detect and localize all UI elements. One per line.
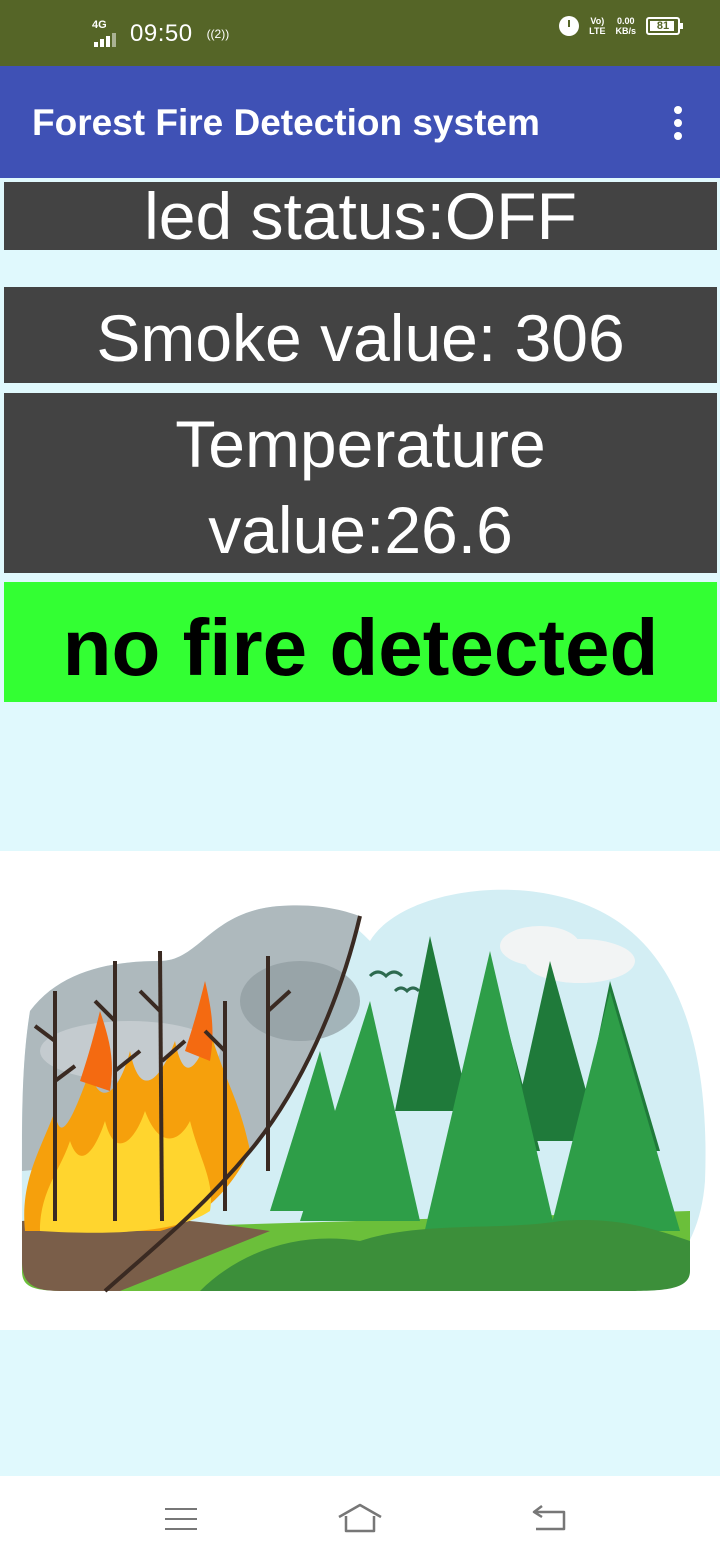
back-icon[interactable]: [530, 1504, 566, 1532]
speed-value: 0.00: [616, 16, 635, 26]
temperature-value-label: Temperature value:26.6: [4, 393, 717, 573]
app-bar: Forest Fire Detection system: [0, 66, 720, 178]
volte-bottom: LTE: [589, 26, 606, 36]
battery-icon: 81: [646, 17, 683, 35]
speed-unit: KB/s: [615, 26, 636, 36]
status-time: 09:50: [130, 20, 193, 47]
menu-icon[interactable]: [165, 1508, 197, 1530]
temperature-line1: Temperature: [175, 407, 546, 481]
hotspot-icon: ((2)): [206, 27, 230, 41]
smoke-value-label: Smoke value: 306: [4, 287, 717, 383]
battery-level: 81: [656, 20, 670, 32]
network-speed: 0.00 KB/s: [615, 16, 636, 36]
temperature-line2: value:26.6: [208, 493, 513, 567]
forest-fire-image: [21, 889, 706, 1293]
home-icon[interactable]: [336, 1502, 384, 1534]
app-title: Forest Fire Detection system: [32, 102, 540, 143]
signal-icon: 4G: [92, 17, 126, 51]
led-status-label: led status:OFF: [4, 182, 717, 250]
network-type: 4G: [92, 19, 107, 31]
volte-icon: Vo) LTE: [589, 16, 605, 36]
status-left: 4G 09:50 ((2)): [92, 14, 229, 54]
forest-fire-illustration: [0, 851, 720, 1330]
alarm-icon: [559, 16, 580, 36]
status-right: Vo) LTE 0.00 KB/s 81: [559, 16, 683, 36]
more-vert-icon[interactable]: [674, 106, 682, 140]
navigation-bar: [0, 1476, 720, 1560]
status-bar: 4G 09:50 ((2)) Vo) LTE 0.00 KB/s 81: [0, 0, 720, 66]
volte-top: Vo): [590, 16, 605, 26]
fire-status-banner: no fire detected: [4, 582, 717, 702]
